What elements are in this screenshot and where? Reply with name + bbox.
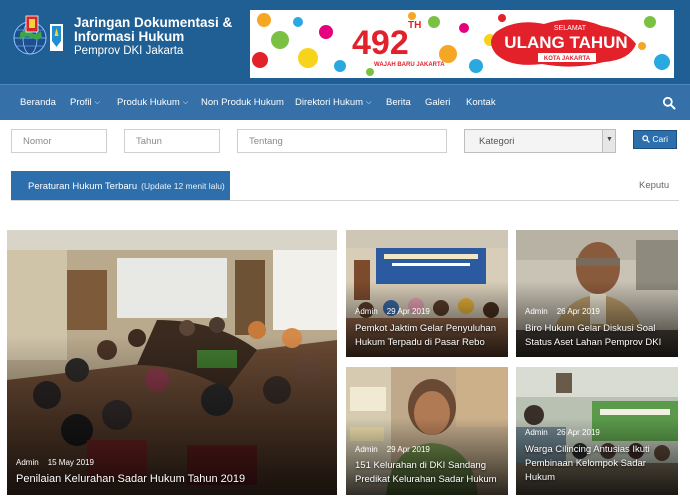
chevron-down-icon: ⌵	[94, 99, 100, 106]
anniversary-banner[interactable]: 492 TH WAJAH BARU JAKARTA SELAMAT ULANG …	[250, 10, 674, 78]
greeting-top: SELAMAT	[554, 25, 587, 32]
news-card[interactable]: Admin 26 Apr 2019 Warga Cilincing Antusia…	[516, 367, 678, 495]
news-date: 29 Apr 2019	[386, 307, 430, 316]
news-date: 26 Apr 2019	[556, 428, 600, 437]
kategori-select[interactable]: Kategori ▼	[464, 129, 616, 153]
news-author: Admin	[355, 445, 378, 454]
jdih-globe-emblem-icon[interactable]	[9, 14, 67, 58]
nav-item-label: Profil	[70, 97, 92, 108]
ticker-tab[interactable]: Peraturan Hukum Terbaru (Update 12 menit …	[11, 171, 230, 201]
cari-button[interactable]: Cari	[633, 130, 677, 149]
nav-item-label: Direktori Hukum	[295, 97, 364, 108]
news-meta: Admin 26 Apr 2019	[525, 428, 600, 437]
nav-item-profil[interactable]: Profil ⌵	[70, 85, 100, 121]
news-author: Admin	[16, 458, 39, 467]
ticker-divider	[11, 200, 679, 201]
news-title[interactable]: 151 Kelurahan di DKI Sandang Predikat Ke…	[355, 459, 502, 487]
site-title-line1: Jaringan Dokumentasi &	[74, 15, 233, 30]
nav-item-galeri[interactable]: Galeri	[425, 85, 450, 121]
site-header: Jaringan Dokumentasi & Informasi Hukum P…	[0, 0, 690, 84]
greeting-main: ULANG TAHUN	[504, 33, 627, 52]
nomor-input[interactable]	[11, 129, 107, 153]
nav-item-label: Beranda	[20, 97, 56, 108]
ticker-scrolling-text[interactable]: Keputu	[639, 180, 690, 191]
nav-item-produk-hukum[interactable]: Produk Hukum ⌵	[117, 85, 188, 121]
news-date: 15 May 2019	[47, 458, 94, 467]
news-meta: Admin 15 May 2019	[16, 458, 94, 467]
news-meta: Admin 26 Apr 2019	[525, 307, 600, 316]
tentang-input[interactable]	[237, 129, 447, 153]
site-title[interactable]: Jaringan Dokumentasi & Informasi Hukum P…	[74, 16, 232, 58]
chevron-down-icon: ⌵	[366, 99, 372, 106]
news-author: Admin	[525, 428, 548, 437]
news-title[interactable]: Warga Cilincing Antusias Ikuti Pembinaan…	[525, 443, 672, 485]
nav-item-beranda[interactable]: Beranda	[20, 85, 56, 121]
news-date: 26 Apr 2019	[556, 307, 600, 316]
news-title[interactable]: Pemkot Jaktim Gelar Penyuluhan Hukum Ter…	[355, 322, 502, 350]
nav-item-label: Galeri	[425, 97, 451, 108]
select-arrow: ▼	[602, 130, 615, 152]
banner-graphic: 492 TH WAJAH BARU JAKARTA SELAMAT ULANG …	[250, 10, 674, 78]
news-card[interactable]: Admin 29 Apr 2019 151 Kelurahan di DKI Sa…	[346, 367, 508, 495]
search-icon	[642, 135, 650, 143]
news-meta: Admin 29 Apr 2019	[355, 307, 430, 316]
nav-item-label: Non Produk Hukum	[201, 97, 284, 108]
news-card[interactable]: Admin 26 Apr 2019 Biro Hukum Gelar Diskus…	[516, 230, 678, 357]
news-meta: Admin 29 Apr 2019	[355, 445, 430, 454]
ticker-update-status: (Update 12 menit lalu)	[141, 181, 225, 191]
nav-item-berita[interactable]: Berita	[386, 85, 411, 121]
search-icon[interactable]	[662, 96, 676, 110]
main-nav: Beranda Profil ⌵ Produk Hukum ⌵ Non Produk…	[0, 84, 690, 120]
banner-superscript: TH	[408, 20, 421, 31]
chevron-down-icon: ▼	[606, 136, 613, 143]
ticker-label: Peraturan Hukum Terbaru	[28, 181, 138, 192]
news-card-featured[interactable]: Admin 15 May 2019 Penilaian Kelurahan Sad…	[7, 230, 337, 495]
greeting-bottom: KOTA JAKARTA	[544, 56, 591, 62]
news-author: Admin	[525, 307, 548, 316]
cari-button-label: Cari	[652, 134, 668, 144]
news-author: Admin	[355, 307, 378, 316]
banner-number: 492	[352, 24, 409, 62]
nav-item-label: Kontak	[466, 97, 496, 108]
nav-item-non-produk-hukum[interactable]: Non Produk Hukum	[201, 85, 284, 121]
chevron-down-icon: ⌵	[182, 99, 189, 106]
news-title[interactable]: Biro Hukum Gelar Diskusi Soal Status Ase…	[525, 322, 672, 350]
news-title[interactable]: Penilaian Kelurahan Sadar Hukum Tahun 20…	[16, 472, 328, 486]
nav-item-direktori-hukum[interactable]: Direktori Hukum ⌵	[295, 85, 371, 121]
nav-item-label: Berita	[386, 97, 411, 108]
nav-item-label: Produk Hukum	[117, 97, 180, 108]
site-title-line2: Informasi Hukum	[74, 29, 185, 44]
news-card[interactable]: Admin 29 Apr 2019 Pemkot Jaktim Gelar Pen…	[346, 230, 508, 357]
site-subtitle: Pemprov DKI Jakarta	[74, 45, 184, 57]
news-date: 29 Apr 2019	[386, 445, 430, 454]
tahun-input[interactable]	[124, 129, 220, 153]
kategori-selected-value: Kategori	[479, 136, 515, 147]
banner-tagline: WAJAH BARU JAKARTA	[374, 62, 445, 68]
nav-item-kontak[interactable]: Kontak	[466, 85, 496, 121]
